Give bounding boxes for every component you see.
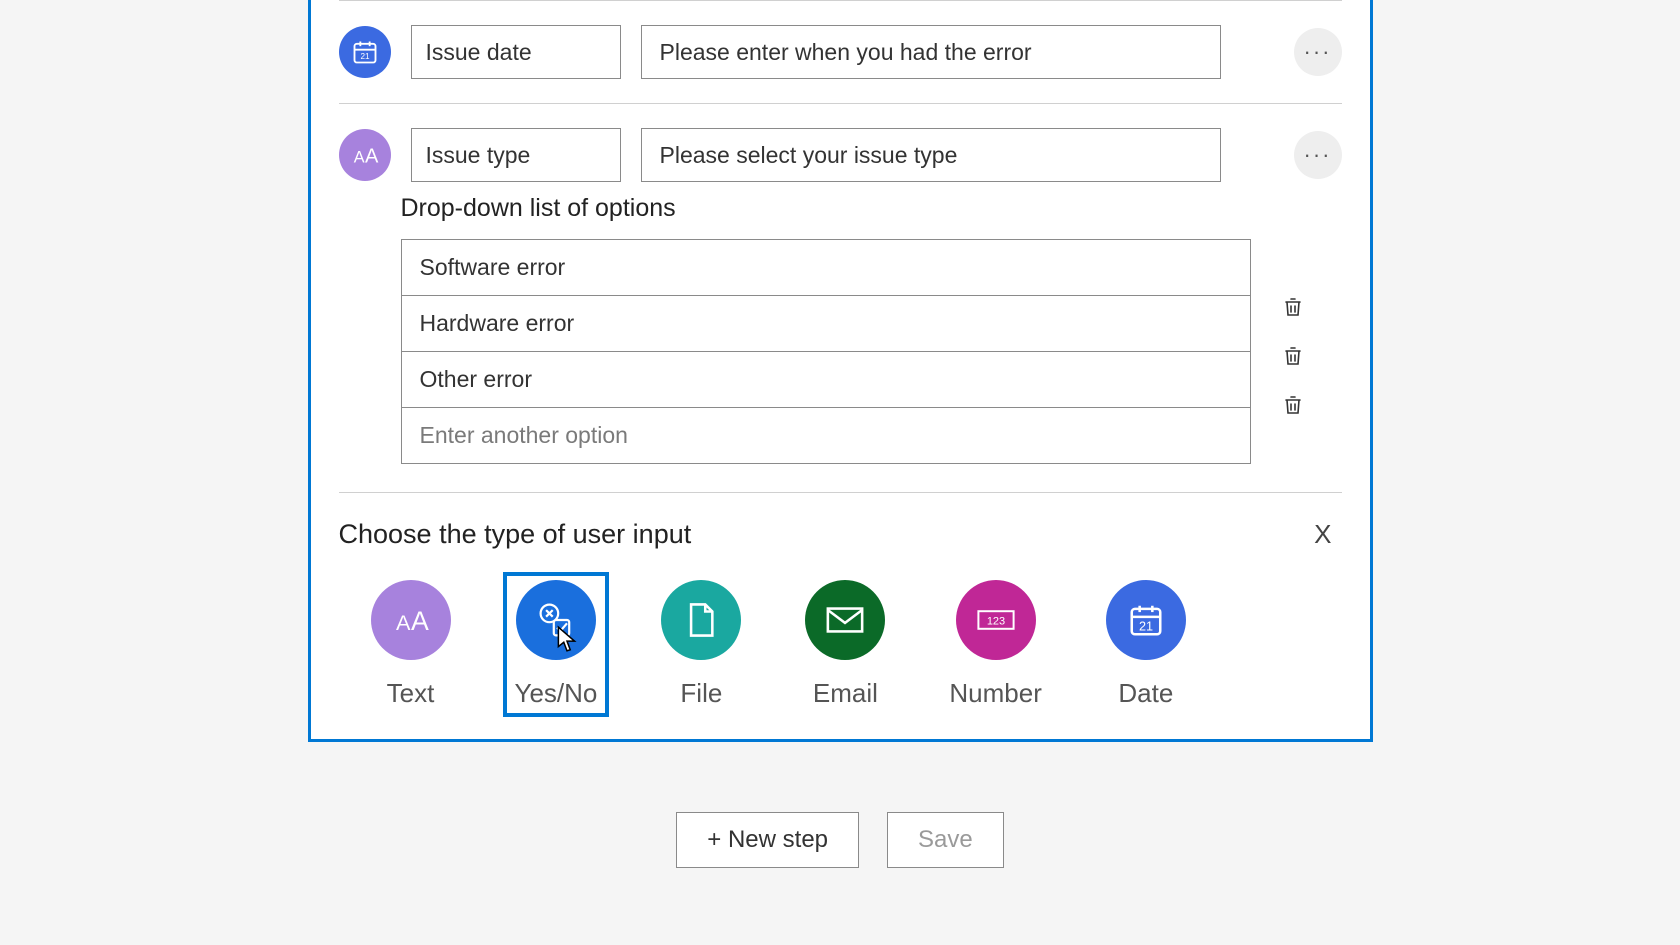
calendar-icon: 21 xyxy=(1106,580,1186,660)
text-icon: AA xyxy=(371,580,451,660)
choose-title: Choose the type of user input xyxy=(339,519,692,550)
dropdown-label: Drop-down list of options xyxy=(401,194,1342,223)
more-menu-date[interactable]: ··· xyxy=(1294,28,1342,76)
input-type-file[interactable]: File xyxy=(649,572,753,717)
type-label: Email xyxy=(813,678,878,709)
input-title-type[interactable] xyxy=(411,128,621,182)
input-type-yesno[interactable]: Yes/No xyxy=(503,572,610,717)
trash-icon[interactable] xyxy=(1279,294,1307,322)
option-add[interactable]: Enter another option xyxy=(402,408,1250,463)
new-step-button[interactable]: + New step xyxy=(676,812,859,868)
input-placeholder-type[interactable] xyxy=(641,128,1221,182)
input-type-date[interactable]: 21 Date xyxy=(1094,572,1198,717)
file-icon xyxy=(661,580,741,660)
option-item[interactable]: Hardware error xyxy=(402,296,1250,352)
type-label: Date xyxy=(1118,678,1173,709)
option-list: Software error Hardware error Other erro… xyxy=(401,239,1251,464)
number-icon: 123 xyxy=(956,580,1036,660)
input-type-text[interactable]: AA Text xyxy=(359,572,463,717)
yesno-icon xyxy=(516,580,596,660)
svg-text:21: 21 xyxy=(360,52,370,61)
svg-text:A: A xyxy=(396,610,411,635)
option-item[interactable]: Other error xyxy=(402,352,1250,408)
flow-trigger-card: 21 ··· AA ··· Drop-down list of options … xyxy=(308,0,1373,742)
footer-actions: + New step Save xyxy=(676,812,1003,868)
svg-text:123: 123 xyxy=(986,615,1004,627)
more-menu-type[interactable]: ··· xyxy=(1294,131,1342,179)
svg-text:A: A xyxy=(411,606,429,636)
save-button[interactable]: Save xyxy=(887,812,1004,868)
input-type-email[interactable]: Email xyxy=(793,572,897,717)
trash-icon[interactable] xyxy=(1279,343,1307,371)
svg-text:A: A xyxy=(365,146,379,168)
type-label: Text xyxy=(387,678,435,709)
input-type-number[interactable]: 123 Number xyxy=(937,572,1053,717)
input-placeholder-date[interactable] xyxy=(641,25,1221,79)
input-type-row: AA Text Yes/No xyxy=(339,572,1342,717)
type-label: Yes/No xyxy=(515,678,598,709)
trash-column xyxy=(1279,284,1307,420)
input-row-date: 21 ··· xyxy=(311,1,1370,103)
svg-text:21: 21 xyxy=(1139,619,1153,633)
option-item[interactable]: Software error xyxy=(402,240,1250,296)
input-title-date[interactable] xyxy=(411,25,621,79)
email-icon xyxy=(805,580,885,660)
type-label: File xyxy=(680,678,722,709)
close-icon[interactable]: X xyxy=(1304,515,1341,554)
choose-input-type-section: Choose the type of user input X AA Text xyxy=(311,493,1370,739)
input-row-type: AA ··· xyxy=(311,104,1370,194)
dropdown-section: Drop-down list of options Software error… xyxy=(311,194,1370,492)
text-icon: AA xyxy=(339,129,391,181)
trash-icon[interactable] xyxy=(1279,392,1307,420)
type-label: Number xyxy=(949,678,1041,709)
calendar-icon: 21 xyxy=(339,26,391,78)
svg-text:A: A xyxy=(353,149,364,167)
